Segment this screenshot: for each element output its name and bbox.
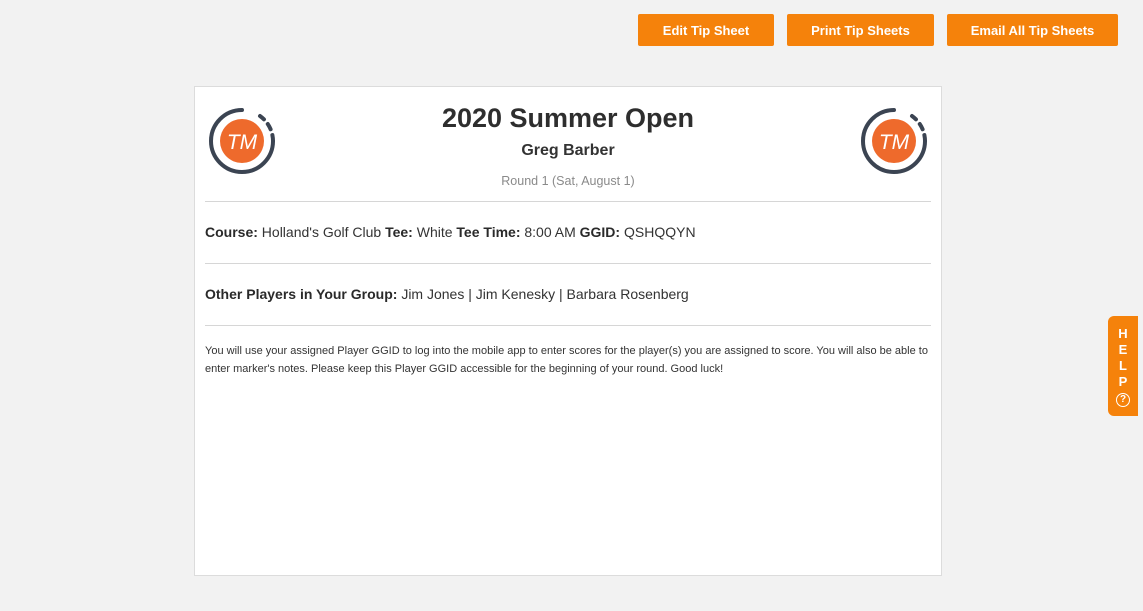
- ggid-label: GGID:: [579, 224, 621, 240]
- help-tab[interactable]: HELP ?: [1108, 316, 1138, 416]
- tee-time-label: Tee Time:: [456, 224, 521, 240]
- tee-label: Tee:: [385, 224, 413, 240]
- group-info-row: Other Players in Your Group: Jim Jones |…: [195, 264, 941, 325]
- tee-time-value: 8:00 AM: [524, 224, 576, 240]
- email-all-tip-sheets-button[interactable]: Email All Tip Sheets: [947, 14, 1118, 46]
- help-label: HELP: [1118, 326, 1128, 389]
- logo-text: TM: [227, 131, 258, 154]
- event-title: 2020 Summer Open: [441, 103, 695, 133]
- sheet-header: 2020 Summer Open Greg Barber Round 1 (Sa…: [195, 87, 941, 188]
- course-value: Holland's Golf Club: [261, 224, 382, 240]
- logo-text: TM: [879, 131, 910, 154]
- tm-logo-right: TM: [861, 108, 927, 174]
- tip-sheet: TM TM 2020 Summer Open Greg Barber Round…: [194, 86, 942, 576]
- edit-tip-sheet-button[interactable]: Edit Tip Sheet: [638, 14, 774, 46]
- tee-value: White: [416, 224, 453, 240]
- round-info: Round 1 (Sat, August 1): [501, 174, 635, 188]
- group-label: Other Players in Your Group:: [205, 286, 398, 302]
- toolbar: Edit Tip Sheet Print Tip Sheets Email Al…: [638, 14, 1118, 46]
- course-label: Course:: [205, 224, 258, 240]
- course-info-row: Course: Holland's Golf Club Tee: White T…: [195, 202, 941, 263]
- ggid-value: QSHQQYN: [623, 224, 696, 240]
- question-circle-icon: ?: [1116, 393, 1130, 407]
- player-name: Greg Barber: [521, 142, 615, 159]
- print-tip-sheets-button[interactable]: Print Tip Sheets: [787, 14, 934, 46]
- tm-logo-left: TM: [209, 108, 275, 174]
- group-value: Jim Jones | Jim Kenesky | Barbara Rosenb…: [401, 286, 689, 302]
- instructions-note: You will use your assigned Player GGID t…: [205, 345, 928, 375]
